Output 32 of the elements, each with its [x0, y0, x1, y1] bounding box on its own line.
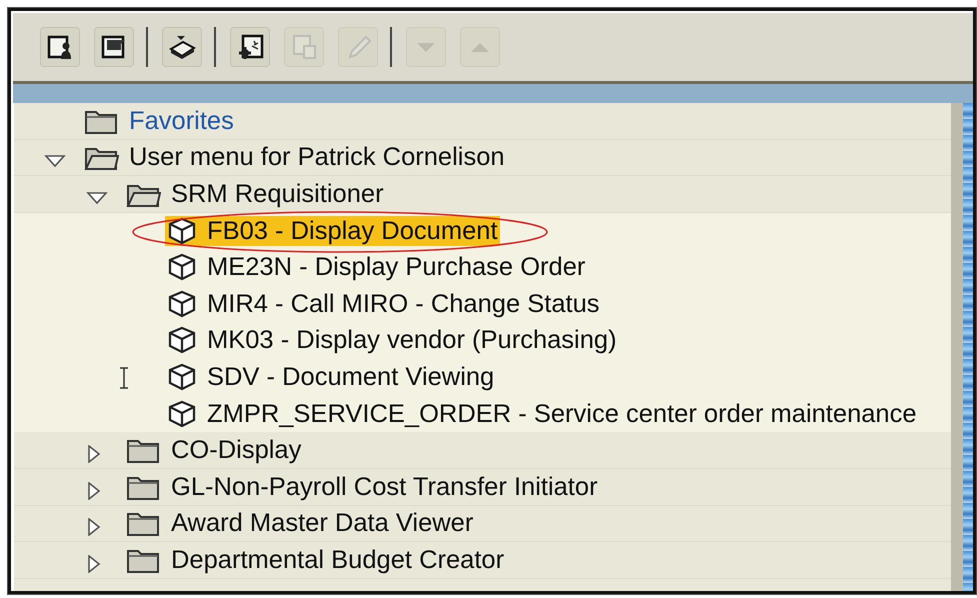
expand-icon[interactable] — [86, 444, 102, 463]
collapse-icon[interactable] — [44, 154, 66, 168]
cube-icon — [167, 253, 197, 282]
toolbar-button[interactable] — [40, 27, 80, 67]
tree-item[interactable]: SRM Requisitioner — [123, 178, 386, 209]
expand-icon[interactable] — [86, 518, 102, 536]
tree-item[interactable]: FB03 - Display Document — [165, 216, 500, 246]
tree-item[interactable]: Departmental Budget Creator — [123, 544, 506, 575]
tree-item[interactable]: CO-Display — [123, 435, 304, 466]
tree-item[interactable]: GL-Non-Payroll Cost Transfer Initiator — [123, 472, 600, 502]
expand-icon[interactable] — [86, 554, 102, 573]
toolbar-button[interactable] — [162, 27, 202, 67]
toolbar-button[interactable] — [94, 27, 134, 67]
collapse-icon[interactable] — [86, 190, 108, 205]
text-cursor-icon — [119, 367, 129, 389]
document-person-icon — [46, 33, 74, 61]
arrow-down-icon — [417, 42, 435, 52]
document-flag-icon — [100, 33, 128, 61]
cube-icon — [167, 400, 197, 428]
arrow-up-icon — [471, 42, 489, 52]
cube-icon — [167, 290, 197, 318]
expand-icon[interactable] — [86, 482, 102, 500]
scrollbar[interactable] — [951, 103, 963, 591]
tree-item[interactable]: Favorites — [81, 106, 236, 136]
cube-icon — [167, 362, 197, 391]
tree-item[interactable]: User menu for Patrick Cornelison — [81, 142, 507, 172]
cube-icon — [167, 326, 197, 354]
new-document-icon — [236, 33, 264, 61]
copy-document-icon — [290, 33, 318, 61]
cube-icon — [167, 216, 197, 245]
toolbar-button[interactable] — [230, 27, 270, 67]
tree-item[interactable]: Award Master Data Viewer — [123, 508, 476, 538]
